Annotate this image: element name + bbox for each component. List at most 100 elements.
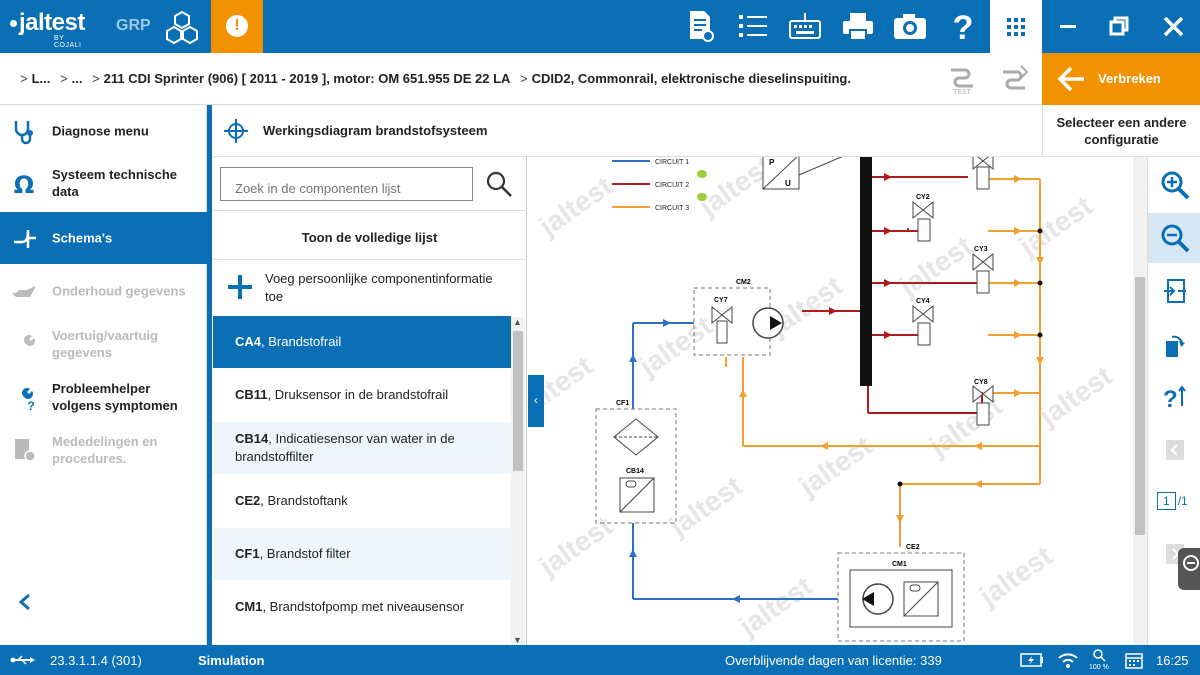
legend-label: CIRCUIT 3	[655, 205, 689, 212]
sidebar-item-label: Onderhoud gegevens	[52, 283, 186, 299]
list-item[interactable]: CF1, Brandstof filter	[213, 528, 511, 580]
svg-text:CY8: CY8	[974, 379, 988, 386]
grp-label: GRP	[116, 17, 151, 34]
fuel-tank-ce2[interactable]: CE2 CM1	[837, 544, 965, 642]
cubes-icon[interactable]	[164, 10, 200, 44]
list-icon[interactable]	[733, 8, 773, 44]
show-full-list-button[interactable]: Toon de volledige lijst	[212, 210, 527, 260]
circuit-3-lines	[725, 178, 1041, 547]
zoom-in-button[interactable]	[1148, 160, 1200, 210]
svg-text:jaltest: jaltest	[973, 540, 1058, 612]
high-pressure-pump-cm2[interactable]: CM2 CY7	[693, 279, 784, 356]
alert-button[interactable]: !	[211, 0, 263, 53]
page-prev-icon	[1166, 440, 1184, 460]
list-item[interactable]: CA4, Brandstofrail	[213, 316, 511, 368]
svg-text:CE2: CE2	[906, 544, 920, 551]
breadcrumb-item[interactable]: ...	[72, 71, 83, 86]
chevron-left-icon[interactable]	[16, 592, 36, 612]
clock: 16:25	[1156, 653, 1189, 668]
connection-mode: Simulation	[198, 653, 265, 668]
minimize-button[interactable]	[1042, 0, 1094, 53]
component-help-button[interactable]: ?	[1148, 372, 1200, 422]
battery-icon	[1020, 653, 1043, 667]
svg-text:jaltest: jaltest	[1013, 190, 1098, 262]
breadcrumb-item[interactable]: 211 CDI Sprinter (906) [ 2011 - 2019 ], …	[104, 71, 511, 86]
add-info-label: Voeg persoonlijke componentinformatie to…	[265, 271, 493, 304]
minus-circle-icon	[1183, 555, 1199, 571]
collapse-list-button[interactable]: ‹	[528, 375, 544, 427]
list-item[interactable]: CB11, Druksensor in de brandstofrail	[213, 369, 511, 421]
sidebar-item-technical-data[interactable]: Ω Systeem technische data	[0, 157, 207, 209]
printer-icon[interactable]	[838, 8, 878, 44]
svg-text:CY2: CY2	[916, 194, 930, 201]
sidebar-item-diagnose[interactable]: Diagnose menu	[0, 105, 207, 157]
breadcrumb-item[interactable]: L...	[32, 71, 51, 86]
fit-width-icon	[1164, 279, 1186, 303]
close-button[interactable]	[1148, 0, 1200, 53]
page-title: Werkingsdiagram brandstofsysteem	[263, 123, 488, 138]
omega-icon: Ω	[14, 171, 34, 197]
search-icon[interactable]	[484, 169, 514, 199]
breadcrumb-item: CDID2, Commonrail, elektronische dieseli…	[531, 71, 851, 86]
sidebar-item-label: Probleemhelper volgens symptomen	[52, 381, 178, 413]
svg-text:jaltest: jaltest	[533, 510, 618, 582]
scrollbar-thumb[interactable]	[513, 331, 523, 471]
signal-test-icon[interactable]	[997, 62, 1031, 96]
list-item[interactable]: CM1, Brandstofpomp met niveausensor	[213, 581, 511, 633]
list-scrollbar[interactable]: ▲ ▼	[511, 317, 525, 645]
list-item[interactable]: CE2, Brandstoftank	[213, 475, 511, 527]
select-configuration-button[interactable]: Selecteer een andere configuratie	[1042, 105, 1200, 157]
svg-text:jaltest: jaltest	[533, 170, 618, 242]
restore-button[interactable]	[1094, 0, 1146, 53]
add-component-info-button[interactable]: Voeg persoonlijke componentinformatie to…	[212, 261, 512, 316]
sidebar-item-schemas[interactable]: Schema's	[0, 212, 207, 264]
svg-text:CF1: CF1	[616, 400, 629, 407]
disconnect-button[interactable]: Verbreken	[1042, 53, 1200, 105]
fuel-filter-cf1[interactable]: CF1 CB14	[595, 400, 677, 524]
status-bar: 23.3.1.1.4 (301) Simulation Overblijvend…	[0, 645, 1200, 675]
fuel-rail[interactable]	[860, 157, 872, 386]
svg-text:jaltest: jaltest	[793, 430, 878, 502]
legend-marker	[697, 193, 707, 201]
pressure-sensor-component[interactable]: P U	[762, 157, 860, 190]
zoom-out-button[interactable]	[1148, 213, 1200, 263]
fuel-system-diagram[interactable]: jaltest jaltest jaltest jaltest jaltest …	[528, 157, 1147, 645]
svg-text:CM2: CM2	[736, 279, 751, 286]
document-view-icon[interactable]	[680, 8, 720, 44]
svg-text:jaltest: jaltest	[893, 230, 978, 302]
svg-text:U: U	[785, 179, 791, 188]
help-icon[interactable]: ?	[943, 8, 983, 44]
jaltest-logo: jaltest BY COJALI	[10, 9, 85, 49]
component-list-panel: Toon de volledige lijst Voeg persoonlijk…	[212, 157, 527, 645]
rotate-button[interactable]	[1148, 319, 1200, 369]
test-icon[interactable]: TEST	[945, 62, 979, 96]
valve-cy4: CY4	[912, 298, 934, 346]
sidebar-item-label: Systeem technische data	[52, 167, 178, 199]
wrench-icon	[16, 335, 35, 354]
plus-icon	[228, 275, 252, 299]
sidebar-item-vehicle-data: Voertuig/vaartuig gegevens	[0, 318, 207, 370]
minimize-icon	[1060, 25, 1076, 28]
list-item[interactable]: CB14, Indicatiesensor van water in de br…	[213, 422, 511, 474]
svg-text:jaltest: jaltest	[1033, 360, 1118, 432]
arrow-left-icon	[1057, 66, 1084, 92]
zoom-in-icon	[1161, 171, 1190, 200]
keyboard-icon[interactable]	[785, 8, 825, 44]
camera-icon[interactable]	[890, 8, 930, 44]
fit-width-button[interactable]	[1148, 266, 1200, 316]
apps-grid-button[interactable]	[990, 0, 1042, 53]
diagram-scrollbar[interactable]	[1133, 157, 1147, 645]
search-input[interactable]	[220, 167, 473, 201]
scrollbar-thumb[interactable]	[1135, 277, 1145, 535]
sidebar-item-problem-helper[interactable]: ? Probleemhelper volgens symptomen	[0, 371, 207, 423]
zoom-out-icon	[1161, 224, 1190, 253]
help-arrows-icon: ?	[1163, 385, 1186, 412]
tools-icon: ?	[14, 388, 35, 411]
grid-icon	[1007, 18, 1025, 36]
svg-text:jaltest: jaltest	[633, 310, 718, 382]
panel-header: Werkingsdiagram brandstofsysteem	[212, 105, 1042, 157]
side-panel-handle[interactable]	[1178, 548, 1200, 590]
svg-text:CB14: CB14	[626, 468, 644, 475]
page-current[interactable]: 1	[1157, 492, 1176, 510]
schema-icon	[14, 230, 36, 248]
